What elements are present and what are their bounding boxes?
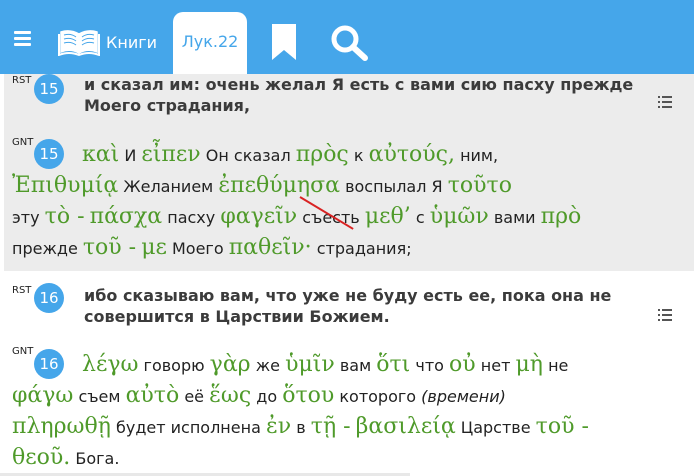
russian-gloss: эту xyxy=(12,208,40,227)
gnt-line: θεοῦ. Бога. xyxy=(12,442,119,474)
russian-gloss: к xyxy=(353,146,364,165)
greek-word[interactable]: Ἐπιθυμίᾳ xyxy=(12,173,118,198)
books-button[interactable]: Книги xyxy=(58,26,157,58)
russian-gloss: пасху xyxy=(167,208,216,227)
greek-word[interactable]: με xyxy=(141,235,167,260)
greek-word[interactable]: τοῦτο xyxy=(448,173,512,198)
russian-gloss: говорю xyxy=(143,356,205,375)
books-label: Книги xyxy=(106,32,158,52)
verse-15-rst-block[interactable]: RST 15 и сказал им: очень желал Я есть с… xyxy=(4,74,694,126)
greek-word[interactable]: ὅτου xyxy=(282,383,334,408)
russian-gloss: которого xyxy=(339,387,417,406)
greek-word[interactable]: πρὸς xyxy=(296,142,349,167)
list-icon[interactable] xyxy=(658,309,672,321)
greek-word[interactable]: λέγω xyxy=(82,352,138,377)
russian-gloss: съесть xyxy=(302,208,360,227)
verse-number[interactable]: 15 xyxy=(34,74,64,104)
chapter-content: RST 15 и сказал им: очень желал Я есть с… xyxy=(0,74,694,476)
russian-gloss: вам xyxy=(339,356,372,375)
greek-word[interactable]: φάγω xyxy=(12,383,73,408)
greek-word[interactable]: βασιλείᾳ xyxy=(356,414,456,439)
gnt-line: λέγω говорю γὰρ же ὑμῖν вам ὅτι что οὐ н… xyxy=(82,349,568,381)
book-icon xyxy=(58,30,100,56)
russian-gloss: ним, xyxy=(460,146,499,165)
russian-gloss: её xyxy=(184,387,204,406)
greek-word[interactable]: τοῦ - xyxy=(536,414,589,439)
greek-word[interactable]: θεοῦ. xyxy=(12,445,70,470)
chapter-tab[interactable]: Лук.22 xyxy=(173,12,247,76)
verse-16-rst-block[interactable]: RST 16 ибо сказываю вам, что уже не буду… xyxy=(4,274,694,334)
greek-word[interactable]: πληρωθῇ xyxy=(12,414,111,439)
russian-gloss: Он сказал xyxy=(205,146,291,165)
russian-gloss: съем xyxy=(78,387,121,406)
chapter-label: Лук.22 xyxy=(181,31,239,51)
russian-gloss: вами xyxy=(493,208,536,227)
russian-gloss: будет исполнена xyxy=(115,418,261,437)
russian-gloss: Моего xyxy=(171,239,224,258)
search-icon[interactable] xyxy=(330,24,370,62)
russian-gloss: же xyxy=(255,356,280,375)
greek-word[interactable]: φαγεῖν xyxy=(220,204,297,229)
bookmark-icon[interactable] xyxy=(270,22,298,62)
russian-gloss: в xyxy=(296,418,306,437)
translation-tag: RST xyxy=(12,285,32,296)
russian-gloss: до xyxy=(256,387,278,406)
greek-word[interactable]: μὴ xyxy=(515,352,542,377)
greek-word[interactable]: τῇ - xyxy=(311,414,351,439)
russian-gloss: с xyxy=(415,208,425,227)
gnt-line: πληρωθῇ будет исполнена ἐν в τῇ - βασιλε… xyxy=(12,411,589,443)
russian-gloss: (времени) xyxy=(421,387,506,406)
russian-gloss: Бога. xyxy=(75,449,120,468)
verse-number[interactable]: 16 xyxy=(34,283,64,313)
greek-word[interactable]: τοῦ - xyxy=(83,235,136,260)
greek-word[interactable]: ἕως xyxy=(209,383,251,408)
russian-gloss: прежде xyxy=(12,239,78,258)
russian-gloss: воспылал Я xyxy=(345,177,443,196)
verse-rst-text: ибо сказываю вам, что уже не буду есть е… xyxy=(84,286,612,326)
verse-16-gnt-block[interactable]: GNT 16 λέγω говорю γὰρ же ὑμῖν вам ὅτι ч… xyxy=(4,336,694,476)
russian-gloss: Царстве xyxy=(460,418,531,437)
greek-word[interactable]: ὅτι xyxy=(376,352,410,377)
list-icon[interactable] xyxy=(658,96,672,108)
greek-word[interactable]: μεθ’ xyxy=(365,204,411,229)
verse-rst-text: и сказал им: очень желал Я есть с вами с… xyxy=(84,75,634,115)
gnt-line: καὶ И εἶπεν Он сказал πρὸς к αὐτούς, ним… xyxy=(82,139,498,171)
greek-word[interactable]: καὶ xyxy=(82,142,119,167)
top-toolbar: Книги Лук.22 xyxy=(0,0,694,76)
gnt-line: эту τὸ - πάσχα пасху φαγεῖν съесть μεθ’ … xyxy=(12,201,581,233)
russian-gloss: Желанием xyxy=(123,177,214,196)
translation-tag: GNT xyxy=(12,346,34,357)
verse-number[interactable]: 15 xyxy=(34,139,64,169)
russian-gloss: не xyxy=(548,356,569,375)
greek-word[interactable]: τὸ - xyxy=(45,204,85,229)
gnt-line: прежде τοῦ - με Моего παθεῖν· страдания; xyxy=(12,232,412,264)
menu-icon[interactable] xyxy=(14,30,36,50)
translation-tag: GNT xyxy=(12,137,34,148)
greek-word[interactable]: ὑμῶν xyxy=(430,204,489,229)
russian-gloss: что xyxy=(415,356,444,375)
greek-word[interactable]: ὑμῖν xyxy=(285,352,335,377)
greek-word[interactable]: αὐτὸ xyxy=(126,383,180,408)
russian-gloss: И xyxy=(124,146,137,165)
gnt-line: Ἐπιθυμίᾳ Желанием ἐπεθύμησα воспылал Я τ… xyxy=(12,170,512,202)
greek-word[interactable]: αὐτούς, xyxy=(369,142,455,167)
greek-word[interactable]: ἐν xyxy=(266,414,291,439)
greek-word[interactable]: πρὸ xyxy=(541,204,582,229)
russian-gloss: нет xyxy=(480,356,511,375)
verse-15-gnt-block[interactable]: GNT 15 καὶ И εἶπεν Он сказал πρὸς к αὐτο… xyxy=(4,126,694,271)
greek-word[interactable]: γὰρ xyxy=(210,352,251,377)
greek-word[interactable]: ἐπεθύμησα xyxy=(218,173,340,198)
greek-word[interactable]: εἶπεν xyxy=(141,142,200,167)
verse-number[interactable]: 16 xyxy=(34,349,64,379)
gnt-line: φάγω съем αὐτὸ её ἕως до ὅτου которого (… xyxy=(12,380,506,412)
greek-word[interactable]: παθεῖν· xyxy=(229,235,312,260)
russian-gloss: страдания; xyxy=(316,239,412,258)
translation-tag: RST xyxy=(12,75,32,86)
greek-word[interactable]: πάσχα xyxy=(90,204,163,229)
greek-word[interactable]: οὐ xyxy=(449,352,476,377)
